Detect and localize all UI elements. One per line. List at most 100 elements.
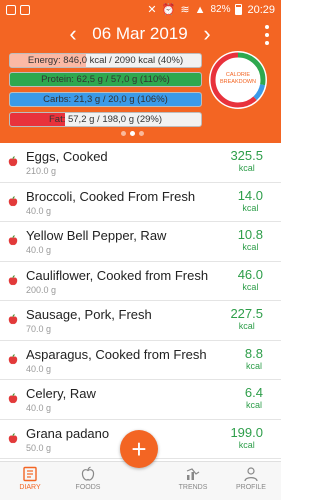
food-calories: 227.5 kcal: [230, 306, 263, 331]
food-kcal-value: 199.0: [230, 424, 263, 440]
apple-icon: [8, 393, 18, 404]
food-name: Celery, Raw: [26, 386, 96, 401]
signal-icon: ▲: [194, 3, 206, 16]
food-kcal-value: 227.5: [230, 306, 263, 321]
carbs-bar-label: Carbs: 21,3 g / 20,0 g (106%): [43, 94, 168, 105]
apple-icon: [8, 314, 18, 325]
food-kcal-unit: kcal: [242, 281, 259, 292]
battery-icon: [235, 4, 243, 15]
nav-foods-label: FOODS: [75, 484, 101, 491]
calorie-breakdown-line2: BREAKDOWN: [219, 79, 257, 85]
status-bar: ✕ ⏰ ≋ ▲ 82% 20:29: [0, 0, 281, 19]
apple-icon: [8, 156, 18, 167]
protein-bar-label: Protein: 62,5 g / 57,0 g (110%): [41, 74, 170, 85]
chevron-right-icon[interactable]: ›: [196, 23, 218, 47]
diary-icon: [23, 466, 37, 482]
trends-chart-icon: [186, 468, 200, 480]
battery-percent: 82%: [210, 4, 231, 15]
food-kcal-value: 14.0: [237, 187, 263, 203]
gallery-notification-icon: [6, 4, 16, 15]
chevron-left-icon[interactable]: ‹: [62, 23, 84, 47]
food-weight: 40.0 g: [26, 403, 52, 413]
nav-trends-label: TRENDS: [178, 484, 208, 491]
food-kcal-unit: kcal: [242, 202, 259, 213]
nav-trends[interactable]: TRENDS: [168, 466, 218, 491]
add-food-button[interactable]: +: [120, 430, 158, 468]
energy-bar-label: Energy: 846,0 kcal / 2090 kcal (40%): [27, 55, 184, 66]
energy-bar: Energy: 846,0 kcal / 2090 kcal (40%): [9, 53, 202, 68]
food-kcal-unit: kcal: [245, 400, 262, 410]
apple-icon: [8, 274, 18, 285]
food-row[interactable]: Celery, Raw 40.0 g 6.4 kcal: [0, 380, 281, 420]
food-kcal-value: 325.5: [230, 148, 263, 163]
more-vertical-icon[interactable]: [261, 25, 273, 45]
calorie-breakdown-line1: CALORIE: [225, 72, 251, 78]
food-list: Eggs, Cooked 210.0 g 325.5 kcal Broccoli, Co…: [0, 143, 281, 461]
food-weight: 200.0 g: [26, 284, 57, 295]
food-weight: 50.0 g: [26, 442, 52, 453]
food-kcal-unit: kcal: [238, 163, 255, 173]
protein-bar: Protein: 62,5 g / 57,0 g (110%): [9, 72, 202, 87]
nav-foods[interactable]: FOODS: [63, 466, 113, 491]
calorie-breakdown-label[interactable]: CALORIE BREAKDOWN: [215, 72, 261, 86]
food-kcal-unit: kcal: [245, 360, 262, 371]
page-indicator: [121, 131, 144, 136]
fat-bar: Fat: 57,2 g / 198,0 g (29%): [9, 112, 202, 127]
food-kcal-unit: kcal: [238, 321, 255, 331]
nav-diary-label: DIARY: [19, 484, 41, 491]
food-weight: 70.0 g: [26, 324, 52, 334]
food-calories: 46.0 kcal: [238, 267, 263, 292]
food-kcal-unit: kcal: [238, 439, 255, 450]
apple-icon: [8, 235, 18, 246]
food-calories: 6.4 kcal: [245, 385, 263, 410]
food-name: Sausage, Pork, Fresh: [26, 307, 152, 322]
food-row[interactable]: Eggs, Cooked 210.0 g 325.5 kcal: [0, 143, 281, 183]
nav-profile[interactable]: PROFILE: [226, 466, 276, 491]
food-name: Asparagus, Cooked from Fresh: [26, 346, 207, 362]
page-dot: [121, 131, 126, 136]
app-screen: ✕ ⏰ ≋ ▲ 82% 20:29 ‹ 06 Mar 2019 › Energy…: [0, 0, 281, 500]
apple-icon: [8, 353, 18, 364]
food-name: Cauliflower, Cooked from Fresh: [26, 267, 209, 283]
food-row[interactable]: Sausage, Pork, Fresh 70.0 g 227.5 kcal: [0, 301, 281, 341]
carbs-bar: Carbs: 21,3 g / 20,0 g (106%): [9, 92, 202, 107]
food-calories: 8.8 kcal: [245, 346, 263, 371]
food-kcal-value: 8.8: [244, 345, 263, 361]
wifi-icon: ≋: [180, 3, 190, 16]
food-calories: 325.5 kcal: [230, 148, 263, 173]
page-dot: [130, 131, 135, 136]
food-kcal-value: 10.8: [237, 227, 263, 242]
alarm-icon: ⏰: [161, 3, 176, 16]
apple-outline-icon: [81, 466, 95, 481]
food-name: Yellow Bell Pepper, Raw: [26, 228, 167, 243]
food-calories: 10.8 kcal: [238, 227, 263, 252]
food-weight: 210.0 g: [26, 166, 57, 176]
food-weight: 40.0 g: [26, 245, 52, 255]
status-left: [6, 4, 30, 15]
food-calories: 14.0 kcal: [238, 188, 263, 213]
food-row[interactable]: Broccoli, Cooked From Fresh 40.0 g 14.0 kca…: [0, 183, 281, 222]
food-row[interactable]: Cauliflower, Cooked from Fresh 200.0 g 46.…: [0, 262, 281, 301]
image-notification-icon: [20, 4, 30, 15]
page-dot: [139, 131, 144, 136]
status-right: ✕ ⏰ ≋ ▲ 82% 20:29: [147, 4, 275, 16]
food-row[interactable]: Yellow Bell Pepper, Raw 40.0 g 10.8 kcal: [0, 222, 281, 262]
date-title[interactable]: 06 Mar 2019: [85, 24, 195, 44]
apple-icon: [8, 195, 18, 206]
food-kcal-value: 46.0: [237, 266, 263, 282]
apple-icon: [8, 432, 18, 443]
food-kcal-value: 6.4: [244, 385, 263, 400]
food-name: Eggs, Cooked: [26, 149, 108, 164]
daily-summary-header: ‹ 06 Mar 2019 › Energy: 846,0 kcal / 209…: [0, 19, 281, 143]
food-weight: 40.0 g: [26, 363, 52, 374]
food-kcal-unit: kcal: [242, 242, 259, 252]
food-weight: 40.0 g: [26, 205, 52, 216]
food-name: Grana padano: [26, 425, 110, 441]
nav-profile-label: PROFILE: [236, 484, 266, 491]
food-row[interactable]: Asparagus, Cooked from Fresh 40.0 g 8.8 kca…: [0, 341, 281, 380]
nav-diary[interactable]: DIARY: [5, 466, 55, 491]
clock: 20:29: [247, 3, 275, 16]
person-icon: [244, 467, 258, 482]
mute-icon: ✕: [147, 3, 157, 16]
food-calories: 199.0 kcal: [230, 425, 263, 450]
